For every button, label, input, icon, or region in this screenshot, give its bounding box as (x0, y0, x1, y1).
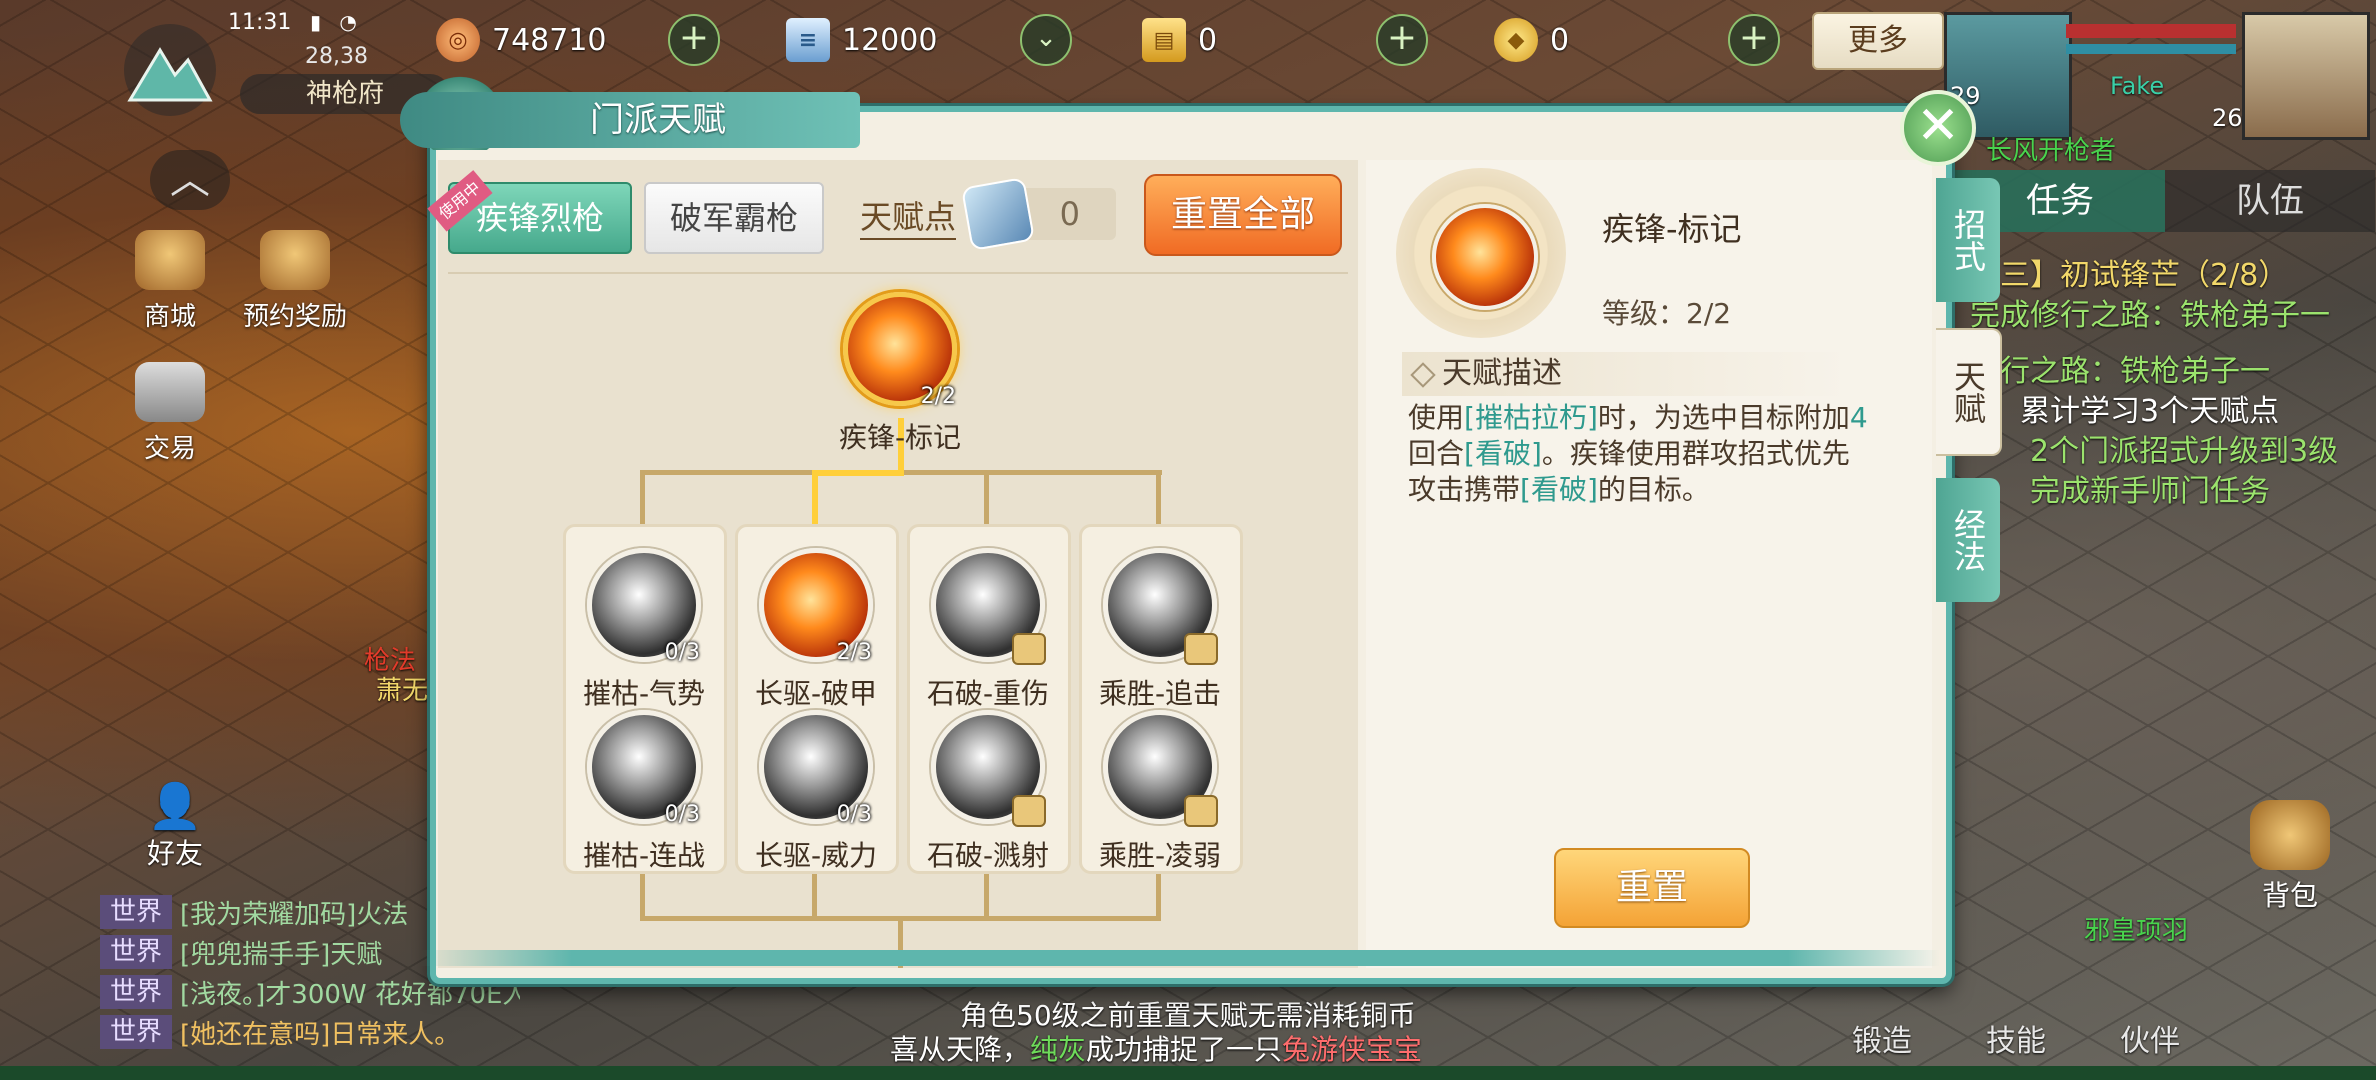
task-list[interactable]: 三】初试锋芒（2/8） 完成修行之路：铁枪弟子一 行之路：铁枪弟子一 累计学习3… (1960, 256, 2370, 512)
broadcast-message: 喜从天降，纯灰成功捕捉了一只兔游侠宝宝 (890, 1033, 1423, 1066)
talent-icon (931, 548, 1046, 665)
map-coords: 28,38 (305, 44, 368, 69)
abacus-icon (135, 362, 205, 422)
chevron-down-icon[interactable]: ⌄ (1020, 14, 1072, 66)
talent-node[interactable]: 石破-溅射 (918, 710, 1058, 874)
copper-resource: ◎ 748710 (436, 14, 607, 66)
network-icons: ▮ ◔ (310, 10, 363, 34)
description-header: 天赋描述 (1402, 352, 1848, 396)
reset-all-button[interactable]: 重置全部 (1144, 174, 1342, 256)
bottom-strip (0, 1066, 2376, 1080)
talent-node[interactable]: 2/3 长驱-破甲 (746, 548, 886, 712)
hp-bar (2066, 24, 2236, 38)
tree-line (1156, 470, 1161, 528)
reserve-reward-button[interactable]: 预约奖励 (230, 230, 360, 333)
lock-icon (1184, 633, 1218, 665)
ticket-resource: ▤ 0 (1142, 14, 1217, 66)
npc-name: 长风开枪者 (1986, 136, 2117, 166)
flame-chain-icon (1432, 204, 1538, 310)
detail-talent-name: 疾锋-标记 (1602, 210, 1742, 248)
talent-node[interactable]: 乘胜-凌弱 (1090, 710, 1230, 874)
person-icon: 👤 (147, 781, 203, 832)
tree-line (984, 470, 989, 528)
talent-icon: 0/3 (587, 548, 701, 665)
flame-chain-icon: 2/2 (843, 292, 957, 409)
add-gold-button[interactable]: + (1728, 14, 1780, 66)
scroll-resource: ≡ 12000 (786, 14, 937, 66)
scroll-icon: ≡ (786, 18, 830, 62)
skill-button[interactable]: 技能 (1986, 1016, 2046, 1060)
talent-node[interactable]: 乘胜-追击 (1090, 548, 1230, 712)
player-level: 26 (2212, 104, 2243, 132)
gold-resource: ◆ 0 (1494, 14, 1569, 66)
bag-icon (2250, 800, 2330, 870)
player-avatar[interactable] (2242, 12, 2370, 140)
tree-line (812, 470, 818, 528)
talent-icon (1103, 548, 1218, 665)
talent-node[interactable]: 0/3 长驱-威力 (746, 710, 886, 874)
more-button[interactable]: 更多 (1812, 12, 1944, 70)
tab-talent[interactable]: 天赋 (1936, 328, 2002, 456)
tab-scripture[interactable]: 经法 (1936, 478, 2000, 602)
close-icon[interactable]: ✕ (1900, 90, 1976, 166)
task-line: 行之路：铁枪弟子一 (2000, 354, 2270, 389)
forge-button[interactable]: 锻造 (1852, 1016, 1912, 1060)
partner-name: Fake (2110, 72, 2165, 100)
task-line: 完成修行之路：铁枪弟子一 (1970, 298, 2330, 333)
gift-icon (260, 230, 330, 290)
talent-node[interactable]: 0/3 摧枯-气势 (574, 548, 714, 712)
task-tabs: 任务 队伍 (1955, 170, 2375, 232)
header-divider (448, 272, 1348, 274)
lock-icon (1012, 795, 1046, 827)
shop-button[interactable]: 商城 (120, 230, 220, 333)
friends-button[interactable]: 👤 好友 (130, 780, 220, 872)
add-copper-button[interactable]: + (668, 14, 720, 66)
add-ticket-button[interactable]: + (1376, 14, 1428, 66)
talent-icon: 2/3 (759, 548, 873, 665)
talent-icon: 0/3 (587, 710, 701, 827)
task-line: 累计学习3个天赋点 (2020, 394, 2280, 429)
task-line: 完成新手师门任务 (2030, 474, 2270, 509)
talent-icon (1103, 710, 1218, 827)
clock: 11:31 (228, 10, 292, 35)
gold-ingot-icon: ◆ (1494, 18, 1538, 62)
talent-points-label: 天赋点 (860, 192, 957, 240)
talent-icon (931, 710, 1046, 827)
talent-node[interactable]: 0/3 摧枯-连战 (574, 710, 714, 874)
copper-coin-icon: ◎ (436, 18, 480, 62)
dialog-title: 门派天赋 (400, 92, 860, 148)
collapse-arrow-icon[interactable]: ︿ (150, 150, 230, 210)
tab-moves[interactable]: 招式 (1936, 178, 2000, 302)
shop-icon (135, 230, 205, 290)
partner-button[interactable]: 伙伴 (2120, 1016, 2180, 1060)
talent-description: 使用[摧枯拉朽]时，为选中目标附加4回合[看破]。疾锋使用群攻招式优先攻击携带[… (1408, 401, 1868, 506)
reset-button[interactable]: 重置 (1554, 848, 1750, 928)
task-line: 2个门派招式升级到3级 (2030, 434, 2339, 469)
dialog-bottom-decoration (420, 950, 1940, 966)
chat-row: 世界 [她还在意吗]日常来人。 (100, 1012, 520, 1052)
talent-icon: 0/3 (759, 710, 873, 827)
tab-team[interactable]: 队伍 (2165, 170, 2375, 232)
ticket-icon: ▤ (1142, 18, 1186, 62)
trade-button[interactable]: 交易 (120, 362, 220, 465)
task-line: 三】初试锋芒（2/8） (2000, 258, 2289, 293)
talent-node-root[interactable]: 2/2 疾锋-标记 (830, 292, 970, 456)
tree-line (814, 470, 904, 476)
lock-icon (1184, 795, 1218, 827)
tree-line (640, 470, 645, 528)
mp-bar (2066, 44, 2236, 54)
enemy-name: 邪皇项羽 (2084, 916, 2189, 946)
school-tab-pojun[interactable]: 破军霸枪 (644, 182, 824, 254)
talent-crystal-icon (960, 176, 1036, 252)
talent-node[interactable]: 石破-重伤 (918, 548, 1058, 712)
detail-talent-level: 等级：2/2 (1602, 297, 1732, 330)
minimap-mountain-icon[interactable] (110, 20, 230, 120)
left-char-name: 萧无 (376, 676, 429, 706)
diamond-icon (1410, 362, 1436, 388)
bag-button[interactable]: 背包 (2240, 800, 2340, 914)
lock-icon (1012, 633, 1046, 665)
